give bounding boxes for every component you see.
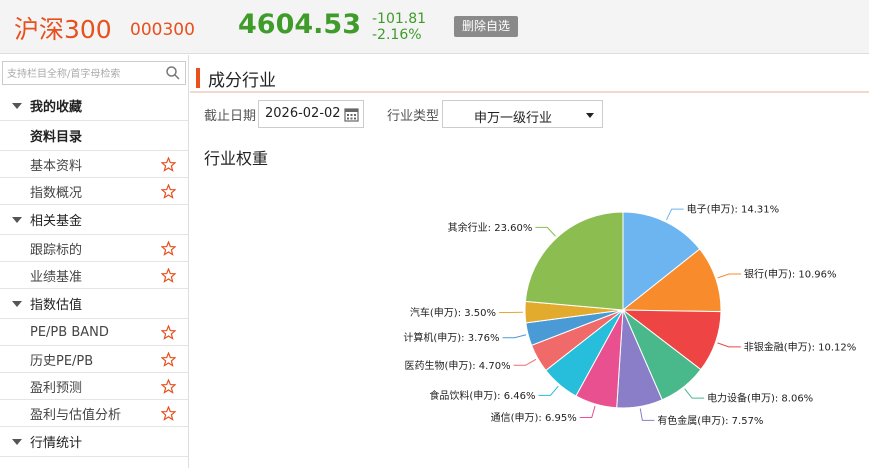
sidebar-item-label: 跟踪标的 bbox=[30, 242, 83, 258]
index-price: 4604.53 bbox=[238, 9, 361, 40]
calendar-icon[interactable] bbox=[344, 107, 359, 122]
industry-type-select[interactable]: 申万一级行业 bbox=[442, 100, 603, 128]
index-change: -101.81 -2.16% bbox=[372, 11, 426, 43]
label-leader-line bbox=[666, 208, 684, 221]
pie-slice-label: 其余行业: 23.60% bbox=[448, 221, 533, 234]
label-leader-line bbox=[513, 358, 537, 366]
sidebar-item[interactable]: 历史PE/PB bbox=[0, 346, 188, 373]
section-header: 成分行业 bbox=[190, 63, 869, 93]
pie-slice-label: 通信(申万): 6.95% bbox=[491, 411, 577, 424]
date-value: 2026-02-02 bbox=[265, 106, 341, 121]
pie-slice-label: 银行(申万): 10.96% bbox=[744, 268, 836, 281]
chart-heading: 行业权重 bbox=[204, 149, 269, 168]
pie-slice-label: 医药生物(申万): 4.70% bbox=[404, 359, 510, 372]
star-icon[interactable] bbox=[160, 156, 177, 172]
sidebar-item-label: 业绩基准 bbox=[30, 269, 83, 285]
pie-slice[interactable] bbox=[524, 211, 624, 311]
section-accent-bar bbox=[196, 68, 200, 88]
index-name: 沪深300 bbox=[14, 15, 112, 44]
sidebar-item[interactable]: PE/PB BAND bbox=[0, 319, 188, 346]
caret-down-icon bbox=[12, 300, 22, 307]
pie-slice-label: 计算机(申万): 3.76% bbox=[403, 331, 499, 344]
industry-type-label: 行业类型 bbox=[387, 109, 440, 124]
sidebar-item[interactable]: 业绩基准 bbox=[0, 262, 188, 289]
sidebar-item-label: 基本资料 bbox=[30, 158, 83, 174]
sidebar-nav: 我的收藏资料目录基本资料指数概况相关基金跟踪标的业绩基准指数估值 PE/PB BA… bbox=[0, 91, 188, 457]
sidebar-item[interactable]: 跟踪标的 bbox=[0, 235, 188, 262]
caret-down-icon bbox=[12, 102, 22, 109]
sidebar-item-label: 资料目录 bbox=[30, 130, 83, 145]
sidebar-item[interactable]: 盈利预测 bbox=[0, 373, 188, 400]
search-box bbox=[2, 61, 186, 86]
remove-favorite-button[interactable]: 删除自选 bbox=[454, 16, 518, 37]
sidebar-item[interactable]: 盈利与估值分析 bbox=[0, 400, 188, 427]
sidebar-group-label: 指数估值 bbox=[30, 298, 83, 313]
sidebar-group[interactable]: 指数估值 bbox=[0, 289, 188, 319]
sidebar: 我的收藏资料目录基本资料指数概况相关基金跟踪标的业绩基准指数估值 PE/PB BA… bbox=[0, 55, 189, 468]
label-leader-line bbox=[717, 342, 741, 348]
pie-slice-label: 电力设备(申万): 8.06% bbox=[707, 392, 813, 405]
search-input[interactable] bbox=[3, 63, 163, 86]
label-leader-line bbox=[535, 226, 556, 237]
label-leader-line bbox=[684, 388, 705, 399]
change-percent: -2.16% bbox=[372, 27, 422, 43]
index-code: 000300 bbox=[130, 20, 195, 40]
sidebar-item-label: 历史PE/PB bbox=[30, 353, 94, 369]
sidebar-group-label: 行情统计 bbox=[30, 436, 83, 451]
star-icon[interactable] bbox=[160, 267, 177, 283]
sidebar-group[interactable]: 行情统计 bbox=[0, 427, 188, 457]
label-leader-line bbox=[538, 385, 559, 396]
date-label: 截止日期 bbox=[204, 109, 257, 124]
pie-slice-label: 电子(申万): 14.31% bbox=[687, 203, 779, 216]
caret-down-icon bbox=[12, 438, 22, 445]
pie-slice-label: 食品饮料(申万): 6.46% bbox=[429, 389, 535, 402]
star-icon[interactable] bbox=[160, 351, 177, 367]
label-leader-line bbox=[639, 408, 655, 421]
label-leader-line bbox=[717, 273, 742, 279]
sidebar-item-label: 指数概况 bbox=[30, 185, 83, 201]
star-icon[interactable] bbox=[160, 378, 177, 394]
industry-type-value: 申万一级行业 bbox=[473, 111, 552, 126]
pie-slice-label: 有色金属(申万): 7.57% bbox=[657, 414, 763, 427]
sidebar-group-label: 相关基金 bbox=[30, 214, 83, 229]
sidebar-group-label: 我的收藏 bbox=[30, 100, 83, 115]
star-icon[interactable] bbox=[160, 405, 177, 421]
chevron-down-icon bbox=[586, 113, 594, 118]
pie-slice-label: 非银金融(申万): 10.12% bbox=[744, 340, 856, 353]
pie-slice-label: 汽车(申万): 3.50% bbox=[410, 306, 496, 319]
sidebar-item-label: 盈利与估值分析 bbox=[30, 407, 122, 423]
search-icon[interactable] bbox=[165, 65, 181, 81]
industry-weight-pie-chart: 电子(申万): 14.31% 银行(申万): 10.96% 非银金融(申万): 10… bbox=[403, 203, 856, 427]
main-panel: 成分行业 截止日期 2026-02-02 行业类型 申万一级行业 行业权重 电子… bbox=[190, 55, 869, 468]
sidebar-item-label: PE/PB BAND bbox=[30, 324, 109, 340]
star-icon[interactable] bbox=[160, 240, 177, 256]
sidebar-item[interactable]: 指数概况 bbox=[0, 178, 188, 205]
date-picker[interactable]: 2026-02-02 bbox=[258, 100, 364, 128]
filter-bar: 截止日期 2026-02-02 行业类型 申万一级行业 bbox=[190, 99, 869, 129]
label-leader-line bbox=[579, 405, 596, 419]
sidebar-group[interactable]: 我的收藏 bbox=[0, 91, 188, 121]
star-icon[interactable] bbox=[160, 183, 177, 199]
index-header: 沪深300 000300 4604.53 -101.81 -2.16% 删除自选 bbox=[0, 0, 869, 54]
sidebar-item[interactable]: 基本资料 bbox=[0, 151, 188, 178]
section-title: 成分行业 bbox=[208, 71, 276, 91]
change-value: -101.81 bbox=[372, 11, 427, 27]
caret-down-icon bbox=[12, 216, 22, 223]
sidebar-item-label: 盈利预测 bbox=[30, 380, 83, 396]
sidebar-group[interactable]: 相关基金 bbox=[0, 205, 188, 235]
sidebar-item[interactable]: 资料目录 bbox=[0, 121, 188, 151]
star-icon[interactable] bbox=[160, 324, 177, 340]
label-leader-line bbox=[502, 334, 527, 339]
